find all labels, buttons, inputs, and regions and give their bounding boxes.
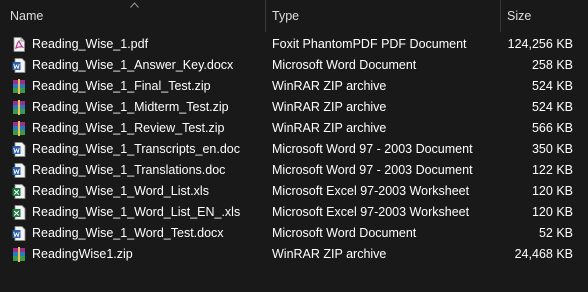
file-row[interactable]: Reading_Wise_1_Translations.doc Microsof… [0,160,588,181]
pdf-icon [12,37,26,52]
file-type: Microsoft Excel 97-2003 Worksheet [272,205,470,219]
word-icon [12,163,26,178]
file-row[interactable]: Reading_Wise_1_Answer_Key.docx Microsoft… [0,55,588,76]
excel-icon [12,184,26,199]
file-size: 524 KB [531,100,573,114]
file-name: Reading_Wise_1_Word_List.xls [32,184,209,198]
file-row[interactable]: Reading_Wise_1_Word_Test.docx Microsoft … [0,223,588,244]
word-icon [12,58,26,73]
file-type: WinRAR ZIP archive [272,247,387,261]
file-name: Reading_Wise_1_Translations.doc [32,163,226,177]
file-type: WinRAR ZIP archive [272,121,387,135]
file-type: WinRAR ZIP archive [272,79,387,93]
file-name: Reading_Wise_1_Answer_Key.docx [32,58,234,72]
word-icon [12,226,26,241]
file-row[interactable]: Reading_Wise_1_Word_List.xls Microsoft E… [0,181,588,202]
winrar-zip-icon [12,247,26,262]
file-type: Microsoft Word Document [272,58,417,72]
file-size: 124,256 KB [507,37,573,51]
column-header-size[interactable]: Size [500,0,588,32]
file-size: 24,468 KB [514,247,573,261]
file-type: Microsoft Word Document [272,226,417,240]
file-type: Microsoft Word 97 - 2003 Document [272,142,473,156]
file-name: Reading_Wise_1_Midterm_Test.zip [32,100,229,114]
file-name: Reading_Wise_1_Word_Test.docx [32,226,224,240]
file-row[interactable]: Reading_Wise_1_Transcripts_en.doc Micros… [0,139,588,160]
winrar-zip-icon [12,100,26,115]
file-row[interactable]: Reading_Wise_1_Final_Test.zip WinRAR ZIP… [0,76,588,97]
file-type: WinRAR ZIP archive [272,100,387,114]
file-name: Reading_Wise_1_Review_Test.zip [32,121,225,135]
file-list: Reading_Wise_1.pdf Foxit PhantomPDF PDF … [0,34,588,265]
file-row[interactable]: ReadingWise1.zip WinRAR ZIP archive 24,4… [0,244,588,265]
file-name: Reading_Wise_1_Word_List_EN_.xls [32,205,241,219]
file-row[interactable]: Reading_Wise_1.pdf Foxit PhantomPDF PDF … [0,34,588,55]
file-row[interactable]: Reading_Wise_1_Word_List_EN_.xls Microso… [0,202,588,223]
file-size: 350 KB [531,142,573,156]
file-type: Foxit PhantomPDF PDF Document [272,37,467,51]
file-size: 122 KB [531,163,573,177]
file-name: Reading_Wise_1_Transcripts_en.doc [32,142,240,156]
file-size: 120 KB [531,205,573,219]
file-name: Reading_Wise_1_Final_Test.zip [32,79,211,93]
file-size: 566 KB [531,121,573,135]
file-size: 524 KB [531,79,573,93]
file-name: ReadingWise1.zip [32,247,133,261]
column-header-name[interactable]: Name [0,0,265,32]
file-size: 52 KB [538,226,573,240]
winrar-zip-icon [12,79,26,94]
word-icon [12,142,26,157]
column-header-type[interactable]: Type [265,0,500,32]
excel-icon [12,205,26,220]
file-row[interactable]: Reading_Wise_1_Review_Test.zip WinRAR ZI… [0,118,588,139]
file-name: Reading_Wise_1.pdf [32,37,149,51]
file-size: 120 KB [531,184,573,198]
file-size: 258 KB [531,58,573,72]
column-header-bar: Name Type Size [0,0,588,32]
file-type: Microsoft Excel 97-2003 Worksheet [272,184,470,198]
file-row[interactable]: Reading_Wise_1_Midterm_Test.zip WinRAR Z… [0,97,588,118]
empty-list-area[interactable] [0,276,588,292]
winrar-zip-icon [12,121,26,136]
file-type: Microsoft Word 97 - 2003 Document [272,163,473,177]
file-explorer-details-view: Name Type Size Reading_Wise_1.pdf Foxit … [0,0,588,292]
